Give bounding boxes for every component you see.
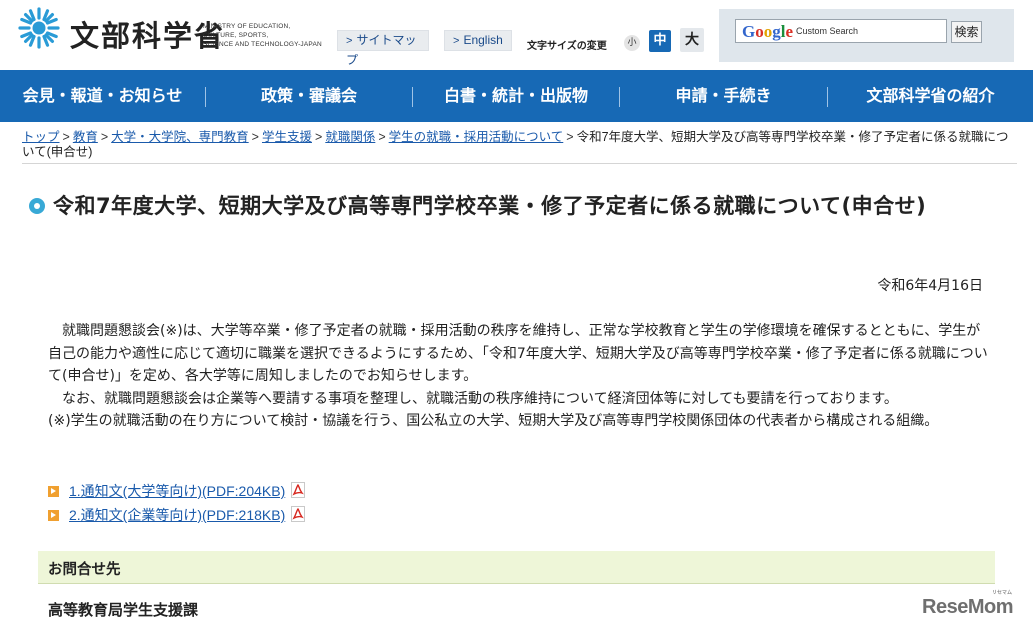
breadcrumb-link[interactable]: 教育: [73, 130, 98, 144]
document-link-label[interactable]: 2.通知文(企業等向け)(PDF:218KB): [69, 507, 285, 523]
breadcrumb-link[interactable]: 就職関係: [325, 130, 375, 144]
breadcrumb-separator: >: [566, 130, 574, 144]
publish-date: 令和6年4月16日: [877, 278, 983, 294]
breadcrumb: トップ > 教育 > 大学・大学院、専門教育 > 学生支援 > 就職関係 > 学生の就職・採用活動に…: [22, 130, 1017, 160]
font-size-large-button[interactable]: 大: [680, 28, 704, 52]
google-logo: Google: [742, 22, 794, 41]
search-input[interactable]: Google Custom Search: [735, 19, 947, 43]
logo-en-line: SCIENCE AND TECHNOLOGY-JAPAN: [203, 41, 322, 48]
english-button[interactable]: > English: [444, 30, 512, 51]
pdf-icon: [291, 482, 306, 499]
logo-en-line: MINISTRY OF EDUCATION,: [203, 23, 291, 30]
chevron-right-icon: >: [453, 35, 460, 47]
site-logo-english: MINISTRY OF EDUCATION, CULTURE, SPORTS, …: [203, 22, 343, 49]
breadcrumb-link[interactable]: トップ: [22, 130, 60, 144]
breadcrumb-link[interactable]: 学生支援: [262, 130, 312, 144]
english-label: English: [463, 33, 503, 47]
sitemap-label: サイトマップ: [346, 33, 417, 67]
breadcrumb-link[interactable]: 大学・大学院、専門教育: [111, 130, 249, 144]
font-size-small-button[interactable]: 小: [624, 35, 640, 51]
pdf-icon: [291, 506, 306, 523]
site-header: 文部科学省 MINISTRY OF EDUCATION, CULTURE, SP…: [0, 0, 1033, 70]
body-paragraph: (※)学生の就職活動の在り方について検討・協議を行う、国公私立の大学、短期大学及…: [48, 413, 939, 429]
search-panel: Google Custom Search 検索: [719, 9, 1014, 62]
breadcrumb-separator: >: [315, 130, 323, 144]
breadcrumb-separator: >: [378, 130, 386, 144]
breadcrumb-divider: [22, 163, 1017, 164]
breadcrumb-separator: >: [62, 130, 70, 144]
sitemap-button[interactable]: > サイトマップ: [337, 30, 429, 67]
body-paragraph: 就職問題懇談会(※)は、大学等卒業・修了予定者の就職・採用活動の秩序を維持し、正…: [48, 323, 988, 384]
page-title: 令和7年度大学、短期大学及び高等専門学校卒業・修了予定者に係る就職について(申合…: [53, 194, 927, 218]
arrow-bullet-icon: [48, 509, 59, 521]
nav-item-about[interactable]: 文部科学省の紹介: [828, 70, 1033, 122]
document-link-company[interactable]: 2.通知文(企業等向け)(PDF:218KB): [48, 506, 306, 524]
mext-logo-icon[interactable]: [18, 7, 60, 49]
article-body: 就職問題懇談会(※)は、大学等卒業・修了予定者の就職・採用活動の秩序を維持し、正…: [48, 320, 988, 433]
contact-heading-box: お問合せ先: [38, 551, 995, 583]
contact-department: 高等教育局学生支援課: [48, 601, 199, 619]
nav-item-policy[interactable]: 政策・審議会: [206, 70, 412, 122]
nav-item-press[interactable]: 会見・報道・お知らせ: [0, 70, 205, 122]
custom-search-label: Custom Search: [796, 26, 859, 36]
font-size-label: 文字サイズの変更: [527, 41, 607, 52]
breadcrumb-separator: >: [251, 130, 259, 144]
search-button[interactable]: 検索: [951, 21, 982, 43]
title-bullet-icon: [29, 198, 45, 214]
nav-item-applications[interactable]: 申請・手続き: [620, 70, 827, 122]
global-nav: 会見・報道・お知らせ 政策・審議会 白書・統計・出版物 申請・手続き 文部科学省…: [0, 70, 1033, 122]
contact-divider: [38, 583, 995, 584]
watermark-kana: リセマム: [992, 590, 1013, 596]
arrow-bullet-icon: [48, 485, 59, 497]
breadcrumb-link[interactable]: 学生の就職・採用活動について: [389, 130, 564, 144]
chevron-right-icon: >: [346, 35, 353, 47]
document-link-university[interactable]: 1.通知文(大学等向け)(PDF:204KB): [48, 482, 306, 500]
contact-heading: お問合せ先: [48, 562, 121, 578]
site-logo-text[interactable]: 文部科学省: [70, 13, 225, 55]
body-paragraph: なお、就職問題懇談会は企業等へ要請する事項を整理し、就職活動の秩序維持について経…: [62, 390, 898, 407]
logo-en-line: CULTURE, SPORTS,: [203, 32, 269, 39]
breadcrumb-separator: >: [100, 130, 109, 144]
font-size-medium-button[interactable]: 中: [649, 30, 671, 52]
resemom-watermark: ReseMom リセマム: [922, 590, 1013, 618]
nav-item-publications[interactable]: 白書・統計・出版物: [413, 70, 619, 122]
document-link-label[interactable]: 1.通知文(大学等向け)(PDF:204KB): [69, 483, 285, 499]
